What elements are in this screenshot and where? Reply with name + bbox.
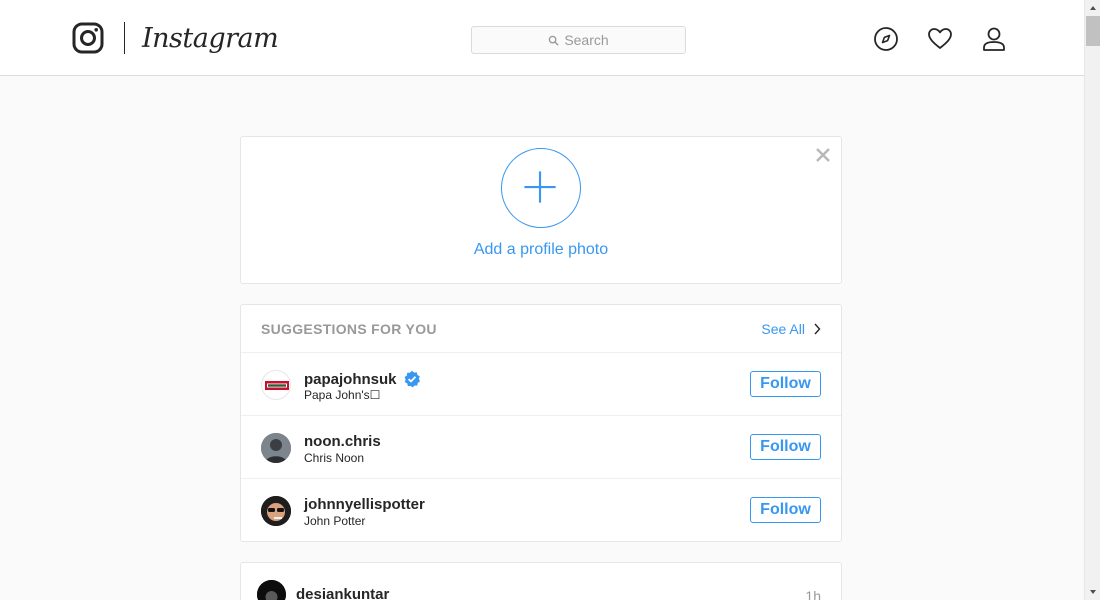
scrollbar-thumb[interactable] [1086, 16, 1100, 46]
person-photo-icon [257, 580, 286, 600]
heart-icon[interactable] [927, 26, 953, 52]
suggestion-username[interactable]: johnnyellispotter [304, 496, 425, 513]
feed-post-card: desiankuntar 1h [240, 562, 842, 600]
chevron-right-icon [814, 323, 821, 335]
add-profile-photo-card: Add a profile photo [240, 136, 842, 284]
scroll-down-arrow-icon[interactable] [1085, 584, 1100, 600]
papa-johns-logo-icon [265, 381, 289, 390]
person-photo-icon [261, 496, 291, 526]
avatar[interactable] [261, 433, 291, 463]
avatar[interactable] [261, 370, 291, 400]
search-placeholder: Search [564, 32, 609, 48]
suggestions-card: SUGGESTIONS FOR YOU See All papajohnsuk … [240, 304, 842, 542]
verified-badge-icon [404, 370, 420, 388]
avatar[interactable] [257, 580, 286, 600]
username-text: johnnyellispotter [304, 496, 425, 513]
suggestions-header: SUGGESTIONS FOR YOU See All [241, 305, 841, 353]
avatar[interactable] [261, 496, 291, 526]
instagram-wordmark[interactable]: Instagram [142, 22, 279, 56]
scroll-up-arrow-icon[interactable] [1085, 0, 1100, 16]
add-profile-photo-button[interactable] [501, 148, 581, 228]
post-username[interactable]: desiankuntar [296, 586, 389, 600]
suggestion-full-name: Papa John's☐ [304, 388, 381, 402]
see-all-label: See All [761, 321, 805, 337]
top-navigation-bar: Instagram Search [0, 0, 1084, 76]
follow-button[interactable]: Follow [750, 497, 821, 523]
username-text: papajohnsuk [304, 370, 397, 388]
suggestion-row: noon.chris Chris Noon Follow [241, 416, 841, 479]
suggestion-full-name: John Potter [304, 514, 366, 528]
person-photo-icon [261, 433, 291, 463]
follow-button[interactable]: Follow [750, 434, 821, 460]
suggestion-row: johnnyellispotter John Potter Follow [241, 479, 841, 542]
search-icon [549, 35, 559, 46]
user-icon[interactable] [981, 26, 1007, 52]
logo-divider [124, 22, 125, 54]
suggestion-full-name: Chris Noon [304, 451, 365, 465]
suggestion-username[interactable]: noon.chris [304, 433, 381, 450]
close-icon[interactable] [815, 147, 831, 163]
page-scrollbar[interactable] [1084, 0, 1100, 600]
see-all-link[interactable]: See All [761, 321, 821, 337]
plus-icon [524, 171, 556, 203]
suggestion-row: papajohnsuk Papa John's☐ Follow [241, 353, 841, 416]
username-text: noon.chris [304, 433, 381, 450]
suggestions-title: SUGGESTIONS FOR YOU [261, 321, 437, 337]
suggestion-username[interactable]: papajohnsuk [304, 370, 421, 388]
add-profile-photo-link[interactable]: Add a profile photo [241, 241, 841, 259]
instagram-logo-icon[interactable] [72, 22, 104, 54]
post-timestamp: 1h [805, 588, 821, 600]
compass-icon[interactable] [873, 26, 899, 52]
follow-button[interactable]: Follow [750, 371, 821, 397]
search-box[interactable]: Search [471, 26, 686, 54]
